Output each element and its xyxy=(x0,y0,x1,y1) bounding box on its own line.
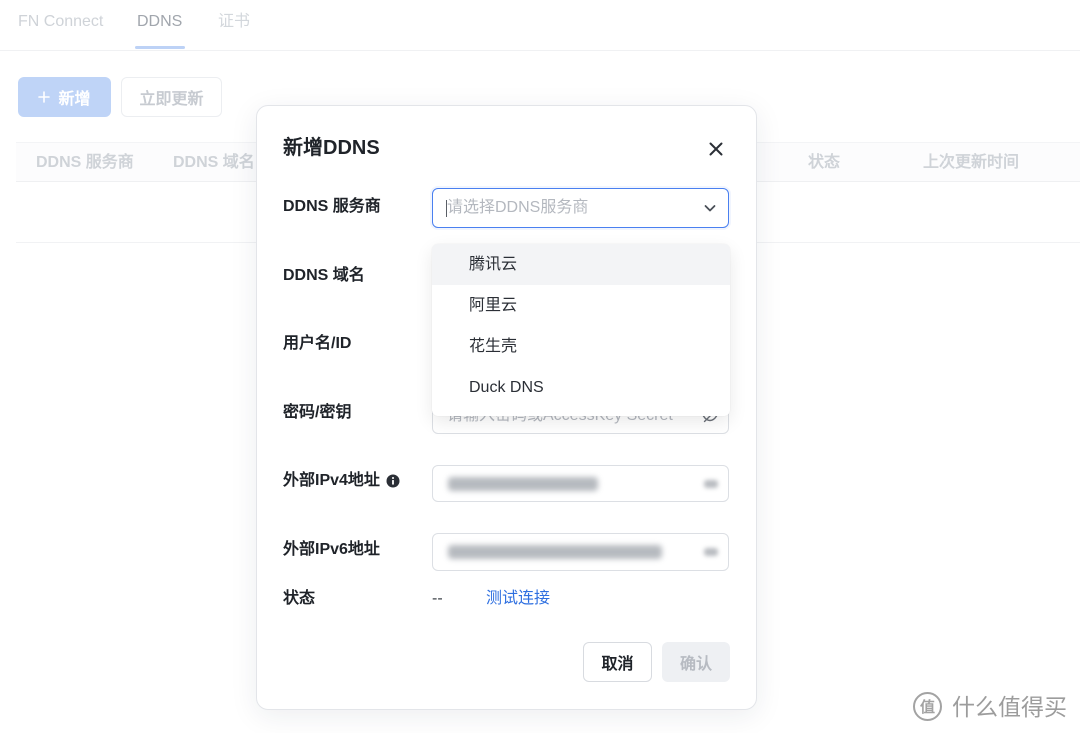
column-header-provider: DDNS 服务商 xyxy=(36,154,134,171)
update-now-button[interactable]: 立即更新 xyxy=(121,77,222,117)
cancel-button[interactable]: 取消 xyxy=(583,642,652,682)
ipv6-input[interactable] xyxy=(432,533,729,571)
ipv4-action-icon-blurred[interactable] xyxy=(704,480,718,488)
chevron-down-icon xyxy=(704,205,716,212)
ipv4-value-blurred xyxy=(448,477,598,491)
provider-option-duckdns[interactable]: Duck DNS xyxy=(432,367,730,408)
cancel-button-label: 取消 xyxy=(601,656,634,673)
active-tab-indicator xyxy=(135,46,185,49)
watermark-logo: 值 xyxy=(913,692,942,721)
tab-bar-divider xyxy=(0,50,1080,51)
add-ddns-dialog: 新增DDNS DDNS 服务商 DDNS 域名 用户名/ID 密码/密钥 外部I… xyxy=(256,105,757,710)
confirm-button-label: 确认 xyxy=(679,656,712,673)
provider-option-aliyun[interactable]: 阿里云 xyxy=(432,285,730,326)
confirm-button[interactable]: 确认 xyxy=(662,642,730,682)
column-header-status: 状态 xyxy=(808,154,841,171)
domain-label: DDNS 域名 xyxy=(283,267,365,284)
watermark-logo-glyph: 值 xyxy=(919,699,935,716)
ipv4-label: 外部IPv4地址 xyxy=(283,472,380,489)
add-button-label: 新增 xyxy=(58,91,91,108)
ipv6-action-icon-blurred[interactable] xyxy=(704,548,718,556)
status-label: 状态 xyxy=(283,590,316,607)
provider-option-oray[interactable]: 花生壳 xyxy=(432,326,730,367)
info-icon[interactable] xyxy=(386,474,400,488)
provider-option-tencent[interactable]: 腾讯云 xyxy=(432,244,730,285)
ipv4-label-row: 外部IPv4地址 xyxy=(283,470,400,492)
tab-certificate[interactable]: 证书 xyxy=(218,10,250,34)
tab-fn-connect[interactable]: FN Connect xyxy=(18,10,103,34)
provider-select[interactable]: 请选择DDNS服务商 xyxy=(432,188,729,228)
username-label: 用户名/ID xyxy=(283,335,352,352)
column-header-domain: DDNS 域名 xyxy=(173,154,255,171)
update-button-label: 立即更新 xyxy=(139,91,204,108)
password-label: 密码/密钥 xyxy=(283,404,352,421)
plus-icon xyxy=(38,91,51,103)
provider-dropdown-menu: 腾讯云 阿里云 花生壳 Duck DNS xyxy=(432,244,730,416)
watermark-text: 什么值得买 xyxy=(952,694,1067,720)
close-icon xyxy=(709,142,723,156)
ipv6-label: 外部IPv6地址 xyxy=(283,541,380,558)
dialog-title: 新增DDNS xyxy=(283,137,380,159)
dialog-close-button[interactable] xyxy=(707,140,725,158)
provider-label: DDNS 服务商 xyxy=(283,198,381,215)
status-value: -- xyxy=(432,590,443,607)
provider-select-placeholder: 请选择DDNS服务商 xyxy=(447,199,589,216)
ipv4-input[interactable] xyxy=(432,465,729,502)
add-ddns-button[interactable]: 新增 xyxy=(18,77,111,117)
ipv6-value-blurred xyxy=(448,545,662,559)
test-connection-link[interactable]: 测试连接 xyxy=(486,588,550,610)
column-header-last-update: 上次更新时间 xyxy=(923,154,1020,171)
tab-ddns[interactable]: DDNS xyxy=(137,10,182,34)
